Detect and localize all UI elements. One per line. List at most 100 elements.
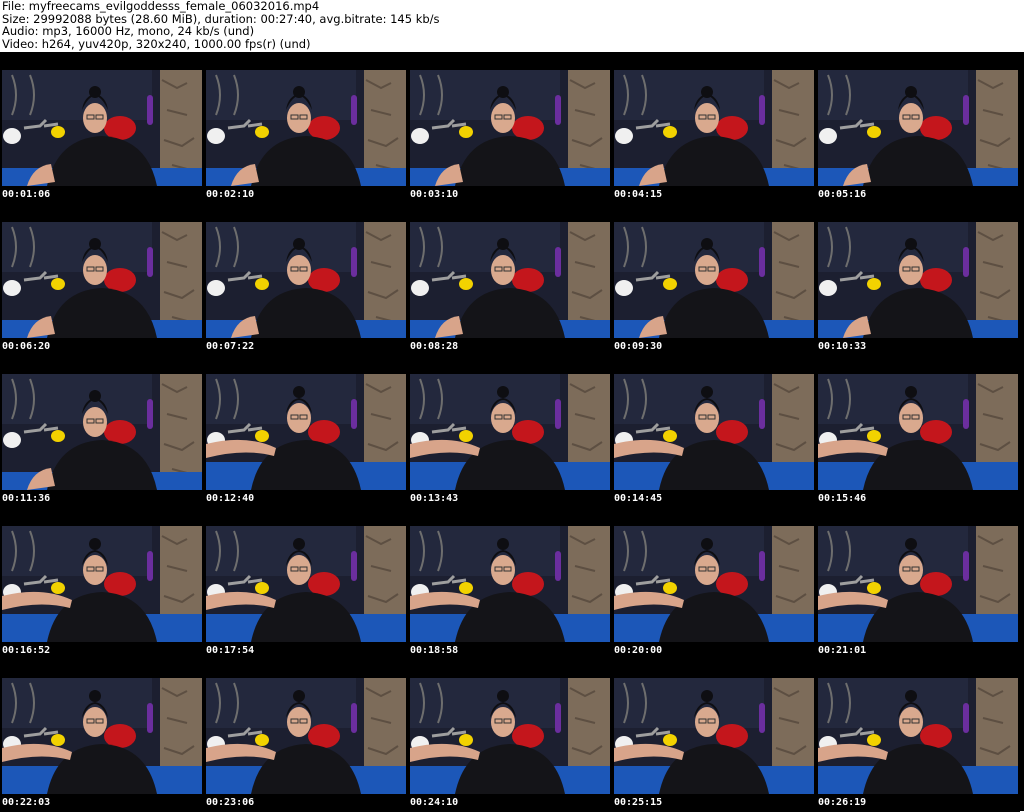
thumbnail-cell: 00:14:45 <box>612 356 816 508</box>
video-frame <box>410 70 610 186</box>
frame-illustration <box>2 526 202 642</box>
frame-illustration <box>2 374 202 490</box>
frame-illustration <box>206 526 406 642</box>
thumbnail-cell: 00:09:30 <box>612 204 816 356</box>
timestamp-label: 00:23:06 <box>206 797 255 808</box>
thumbnail-cell: 00:06:20 <box>0 204 204 356</box>
frame-illustration <box>614 526 814 642</box>
video-frame <box>410 222 610 338</box>
thumbnail-cell: 00:02:10 <box>204 52 408 204</box>
frame-illustration <box>818 374 1018 490</box>
video-frame <box>2 70 202 186</box>
video-frame <box>206 222 406 338</box>
video-frame <box>410 374 610 490</box>
video-frame <box>410 678 610 794</box>
timestamp-label: 00:20:00 <box>614 645 663 656</box>
timestamp-label: 00:16:52 <box>2 645 51 656</box>
frame-illustration <box>410 222 610 338</box>
video-frame <box>614 526 814 642</box>
timestamp-label: 00:17:54 <box>206 645 255 656</box>
timestamp-label: 00:11:36 <box>2 493 51 504</box>
thumbnail-cell: 00:23:06 <box>204 660 408 812</box>
thumbnail-grid: 00:01:06 00:02:10 00:03:10 00:04:15 00:0… <box>0 52 1024 812</box>
thumbnail-cell: 00:08:28 <box>408 204 612 356</box>
thumbnail-cell: 00:17:54 <box>204 508 408 660</box>
thumbnail-cell: 00:18:58 <box>408 508 612 660</box>
video-line: Video: h264, yuv420p, 320x240, 1000.00 f… <box>2 36 311 51</box>
video-frame <box>206 374 406 490</box>
timestamp-label: 00:05:16 <box>818 189 867 200</box>
timestamp-label: 00:12:40 <box>206 493 255 504</box>
thumbnail-cell: 00:04:15 <box>612 52 816 204</box>
frame-illustration <box>614 70 814 186</box>
frame-illustration <box>410 526 610 642</box>
timestamp-label: 00:13:43 <box>410 493 459 504</box>
timestamp-label: 00:06:20 <box>2 341 51 352</box>
frame-illustration <box>410 70 610 186</box>
frame-illustration <box>2 678 202 794</box>
video-frame <box>818 526 1018 642</box>
timestamp-label: 00:01:06 <box>2 189 51 200</box>
thumbnail-cell: 00:25:15 <box>612 660 816 812</box>
frame-illustration <box>206 374 406 490</box>
timestamp-label: 00:03:10 <box>410 189 459 200</box>
thumbnail-cell: 00:21:01 <box>816 508 1020 660</box>
file-info-header: File: myfreecams_evilgoddesss_female_060… <box>0 0 1024 52</box>
video-frame <box>410 526 610 642</box>
thumbnail-cell: 00:26:19 <box>816 660 1020 812</box>
frame-illustration <box>614 678 814 794</box>
video-frame <box>614 374 814 490</box>
frame-illustration <box>410 678 610 794</box>
thumbnail-cell: 00:16:52 <box>0 508 204 660</box>
frame-illustration <box>818 526 1018 642</box>
thumbnail-cell: 00:20:00 <box>612 508 816 660</box>
frame-illustration <box>818 678 1018 794</box>
thumbnail-cell: 00:05:16 <box>816 52 1020 204</box>
timestamp-label: 00:24:10 <box>410 797 459 808</box>
video-frame <box>818 678 1018 794</box>
frame-illustration <box>818 222 1018 338</box>
frame-illustration <box>206 70 406 186</box>
timestamp-label: 00:18:58 <box>410 645 459 656</box>
video-frame <box>206 70 406 186</box>
timestamp-label: 00:10:33 <box>818 341 867 352</box>
timestamp-label: 00:14:45 <box>614 493 663 504</box>
frame-illustration <box>410 374 610 490</box>
frame-illustration <box>206 222 406 338</box>
video-frame <box>614 222 814 338</box>
thumbnail-cell: 00:03:10 <box>408 52 612 204</box>
video-frame <box>818 222 1018 338</box>
timestamp-label: 00:15:46 <box>818 493 867 504</box>
thumbnail-cell: 00:13:43 <box>408 356 612 508</box>
frame-illustration <box>2 222 202 338</box>
file-line: File: myfreecams_evilgoddesss_female_060… <box>2 0 320 13</box>
timestamp-label: 00:07:22 <box>206 341 255 352</box>
video-frame <box>818 70 1018 186</box>
thumbnail-cell: 00:15:46 <box>816 356 1020 508</box>
timestamp-label: 00:08:28 <box>410 341 459 352</box>
thumbnail-cell: 00:01:06 <box>0 52 204 204</box>
frame-illustration <box>614 222 814 338</box>
timestamp-label: 00:02:10 <box>206 189 255 200</box>
video-frame <box>818 374 1018 490</box>
timestamp-label: 00:26:19 <box>818 797 867 808</box>
video-frame <box>2 678 202 794</box>
frame-illustration <box>206 678 406 794</box>
audio-line: Audio: mp3, 16000 Hz, mono, 24 kb/s (und… <box>2 24 255 38</box>
timestamp-label: 00:21:01 <box>818 645 867 656</box>
frame-illustration <box>614 374 814 490</box>
frame-illustration <box>2 70 202 186</box>
thumbnail-cell: 00:22:03 <box>0 660 204 812</box>
thumbnail-cell: 00:07:22 <box>204 204 408 356</box>
thumbnail-cell: 00:24:10 <box>408 660 612 812</box>
timestamp-label: 00:22:03 <box>2 797 51 808</box>
thumbnail-cell: 00:10:33 <box>816 204 1020 356</box>
timestamp-label: 00:25:15 <box>614 797 663 808</box>
video-frame <box>206 526 406 642</box>
video-frame <box>206 678 406 794</box>
thumbnail-cell: 00:11:36 <box>0 356 204 508</box>
video-frame <box>614 70 814 186</box>
thumbnail-cell: 00:12:40 <box>204 356 408 508</box>
timestamp-label: 00:09:30 <box>614 341 663 352</box>
video-frame <box>614 678 814 794</box>
